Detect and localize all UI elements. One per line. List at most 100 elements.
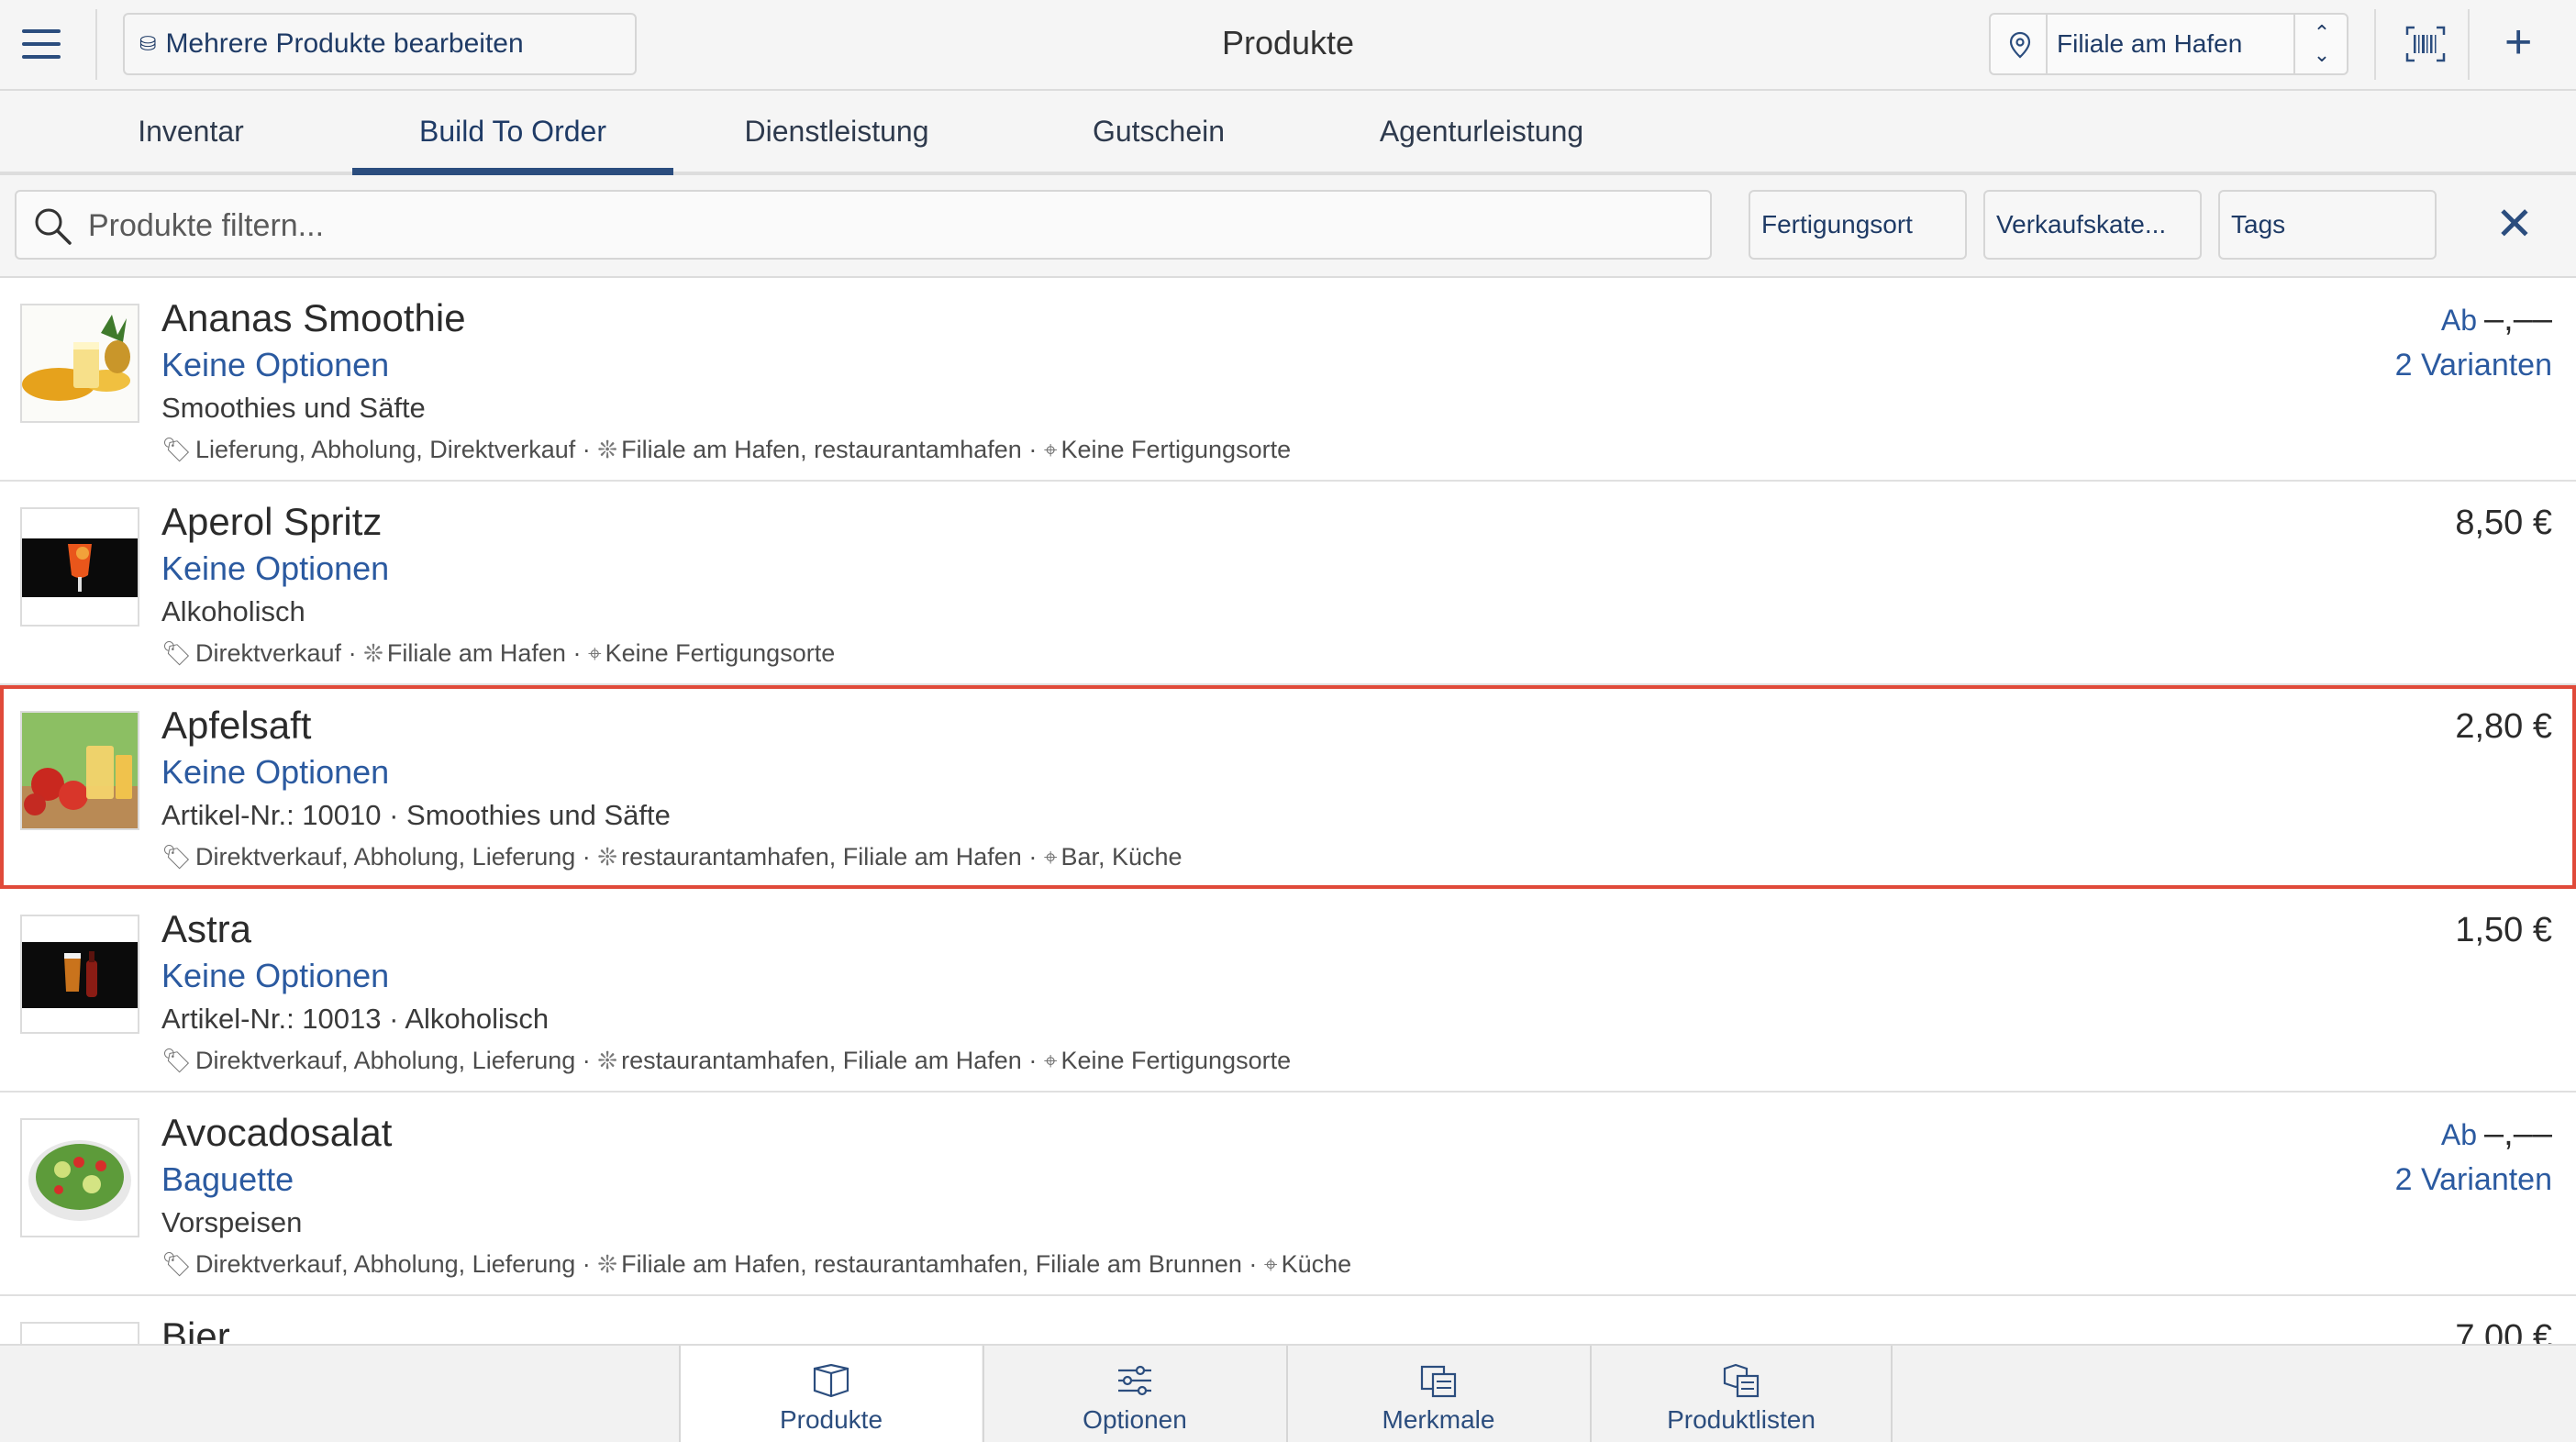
- multi-edit-label: Mehrere Produkte bearbeiten: [165, 28, 524, 59]
- sales-channels: Direktverkauf, Abholung, Lieferung: [195, 1250, 576, 1278]
- store-select-value: Filiale am Hafen: [2057, 29, 2243, 58]
- product-name: Ananas Smoothie: [161, 296, 466, 339]
- store-icon: ❊: [363, 639, 383, 667]
- production-locations: Keine Fertigungsorte: [1060, 1047, 1292, 1074]
- tags-icon: 🏷: [161, 843, 193, 871]
- product-options-link[interactable]: Keine Optionen: [161, 753, 389, 792]
- product-image: [20, 711, 139, 830]
- product-name: Bier: [161, 1314, 230, 1344]
- nav-produktlisten[interactable]: Produktlisten: [1590, 1346, 1893, 1442]
- search-box: [15, 190, 1712, 260]
- product-row[interactable]: Avocadosalat Baguette Vorspeisen 🏷 Direkt…: [0, 1093, 2576, 1296]
- location-pin-icon: [2009, 31, 2031, 59]
- sales-channels: Direktverkauf: [195, 639, 342, 667]
- production-locations: Bar, Küche: [1060, 843, 1183, 871]
- production-location-icon: ⌖: [1043, 1047, 1058, 1074]
- coins-icon: ⛁: [139, 32, 157, 55]
- tags-icon: 🏷: [161, 1250, 193, 1278]
- product-row[interactable]: Aperol Spritz Keine Optionen Alkoholisch…: [0, 482, 2576, 685]
- page-title: Produkte: [1221, 24, 1355, 61]
- production-locations: Keine Fertigungsorte: [1060, 436, 1292, 463]
- production-location-icon: ⌖: [1263, 1250, 1278, 1278]
- nav-label: Produktlisten: [1667, 1405, 1815, 1434]
- production-location-icon: ⌖: [1043, 843, 1058, 871]
- product-meta: 🏷 Lieferung, Abholung, Direktverkauf · ❊ F…: [161, 436, 1292, 463]
- product-options-link[interactable]: Keine Optionen: [161, 346, 389, 384]
- product-options-link[interactable]: Keine Optionen: [161, 549, 389, 588]
- multi-edit-button[interactable]: ⛁ Mehrere Produkte bearbeiten: [123, 13, 637, 75]
- product-type-tabs: Inventar Build To Order Dienstleistung G…: [0, 91, 2576, 175]
- sales-channels: Lieferung, Abholung, Direktverkauf: [195, 436, 576, 463]
- product-lists-icon: [1723, 1363, 1760, 1398]
- filter-sales-category[interactable]: Verkaufskate...: [1983, 190, 2202, 260]
- variants-count[interactable]: 2 Varianten: [2395, 1162, 2552, 1198]
- product-row-selected[interactable]: Apfelsaft Keine Optionen Artikel-Nr.: 10…: [0, 685, 2576, 889]
- tab-dienstleistung[interactable]: Dienstleistung: [676, 91, 997, 172]
- production-locations: Küche: [1281, 1250, 1352, 1278]
- stores: restaurantamhafen, Filiale am Hafen: [621, 843, 1022, 871]
- product-options-link[interactable]: Keine Optionen: [161, 957, 389, 995]
- bottom-navigation: Produkte Optionen Merkmale Produktlisten: [0, 1344, 2576, 1442]
- tab-inventar[interactable]: Inventar: [30, 91, 351, 172]
- product-image: [20, 1322, 139, 1344]
- sales-channels: Direktverkauf, Abholung, Lieferung: [195, 843, 576, 871]
- production-locations: Keine Fertigungsorte: [605, 639, 836, 667]
- filter-tags[interactable]: Tags: [2218, 190, 2437, 260]
- product-name: Astra: [161, 907, 252, 950]
- product-category: Artikel-Nr.: 10013 · Alkoholisch: [161, 1003, 550, 1035]
- stores: Filiale am Hafen, restaurantamhafen, Fil…: [621, 1250, 1242, 1278]
- product-image: [20, 1118, 139, 1237]
- product-price: Ab –,––: [2441, 300, 2552, 339]
- product-image: [20, 915, 139, 1034]
- product-meta: 🏷 Direktverkauf, Abholung, Lieferung · ❊ r…: [161, 843, 1183, 871]
- product-options-link[interactable]: Baguette: [161, 1160, 294, 1199]
- tab-agenturleistung[interactable]: Agenturleistung: [1321, 91, 1642, 172]
- products-icon: [813, 1363, 849, 1398]
- search-input[interactable]: [86, 201, 1649, 250]
- clear-filter-button[interactable]: ✕: [2495, 199, 2534, 249]
- store-icon: ❊: [597, 436, 618, 463]
- product-row[interactable]: Ananas Smoothie Keine Optionen Smoothies…: [0, 278, 2576, 482]
- product-category: Smoothies und Säfte: [161, 392, 426, 424]
- store-icon: ❊: [597, 1250, 618, 1278]
- store-select[interactable]: Filiale am Hafen ⌃ ⌄: [1989, 13, 2348, 75]
- search-icon: [35, 208, 72, 245]
- nav-label: Optionen: [1083, 1405, 1187, 1434]
- product-list: Ananas Smoothie Keine Optionen Smoothies…: [0, 278, 2576, 1344]
- product-name: Apfelsaft: [161, 704, 312, 747]
- product-category: Alkoholisch: [161, 595, 305, 627]
- tags-icon: 🏷: [161, 639, 193, 667]
- product-name: Aperol Spritz: [161, 500, 383, 543]
- attributes-icon: [1420, 1365, 1457, 1398]
- nav-label: Merkmale: [1382, 1405, 1495, 1434]
- stores: restaurantamhafen, Filiale am Hafen: [621, 1047, 1022, 1074]
- stores: Filiale am Hafen: [386, 639, 566, 667]
- nav-optionen[interactable]: Optionen: [983, 1346, 1285, 1442]
- product-price: 8,50 €: [2455, 504, 2552, 542]
- product-meta: 🏷 Direktverkauf · ❊ Filiale am Hafen · ⌖ Ke…: [161, 639, 836, 667]
- production-location-icon: ⌖: [1043, 436, 1058, 463]
- menu-button[interactable]: [22, 20, 72, 68]
- product-row[interactable]: Astra Keine Optionen Artikel-Nr.: 10013 …: [0, 889, 2576, 1093]
- price-value: –,––: [2484, 1115, 2552, 1153]
- variants-count[interactable]: 2 Varianten: [2395, 348, 2552, 383]
- nav-label: Produkte: [779, 1405, 883, 1434]
- barcode-scan-icon[interactable]: [2405, 26, 2446, 62]
- product-row[interactable]: Bier 7,00 €: [0, 1296, 2576, 1344]
- top-bar: ⛁ Mehrere Produkte bearbeiten Produkte F…: [0, 0, 2576, 91]
- divider: [95, 9, 97, 80]
- add-product-button[interactable]: +: [2504, 13, 2532, 72]
- filter-production-location[interactable]: Fertigungsort: [1749, 190, 1967, 260]
- sliders-icon: [1118, 1365, 1151, 1396]
- nav-merkmale[interactable]: Merkmale: [1286, 1346, 1589, 1442]
- product-price: 1,50 €: [2455, 911, 2552, 949]
- product-meta: 🏷 Direktverkauf, Abholung, Lieferung · ❊ F…: [161, 1250, 1352, 1278]
- production-location-icon: ⌖: [587, 639, 602, 667]
- tab-gutschein[interactable]: Gutschein: [998, 91, 1319, 172]
- stores: Filiale am Hafen, restaurantamhafen: [621, 436, 1022, 463]
- chevron-updown-icon: ⌃ ⌄: [2313, 21, 2331, 66]
- product-meta: 🏷 Direktverkauf, Abholung, Lieferung · ❊ r…: [161, 1047, 1292, 1074]
- tab-build-to-order[interactable]: Build To Order: [352, 91, 673, 175]
- nav-produkte[interactable]: Produkte: [679, 1346, 982, 1442]
- product-price: 2,80 €: [2455, 707, 2552, 746]
